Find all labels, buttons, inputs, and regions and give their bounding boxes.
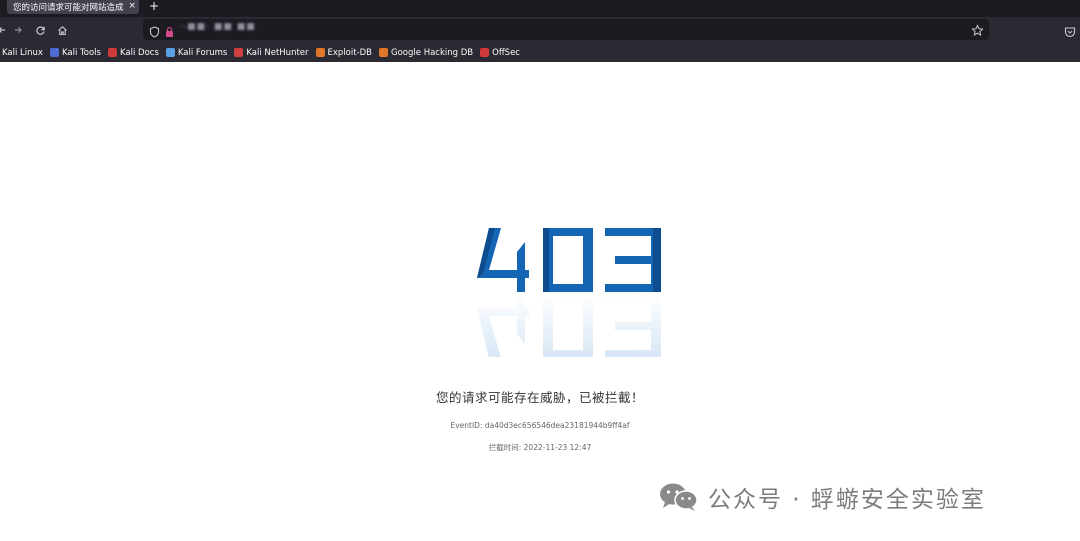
bookmark-item[interactable]: Exploit-DB [315, 47, 373, 58]
bookmark-label: Exploit-DB [327, 47, 373, 58]
bookmarks-toolbar: Kali Linux Kali Tools Kali Docs Kali Forums… [0, 43, 1080, 62]
url-bar[interactable]: ·-■■· ■■ ■■ [143, 19, 989, 40]
pocket-icon[interactable] [1064, 23, 1076, 42]
bookmark-item[interactable]: Kali NetHunter [234, 47, 309, 58]
nethunter-icon [234, 48, 244, 57]
bookmark-item[interactable]: OffSec [480, 48, 520, 58]
ghdb-icon [379, 48, 389, 57]
bookmark-item[interactable]: Kali Docs [107, 47, 159, 58]
bookmark-label: Kali Tools [61, 47, 101, 58]
wechat-icon [660, 483, 698, 511]
exploit-db-icon [315, 48, 325, 57]
bookmark-item[interactable]: Google Hacking DB [379, 48, 473, 58]
error-403-graphic [477, 228, 661, 357]
bookmark-label: Google Hacking DB [391, 47, 474, 58]
offsec-icon [480, 48, 490, 57]
tab-title: 您的访问请求可能对网站造成 [13, 3, 124, 13]
watermark-text: 公众号 · 蜉蝣安全实验室 [708, 487, 986, 513]
shield-icon[interactable] [149, 23, 160, 42]
site-icon [165, 23, 174, 42]
bookmark-item[interactable]: Kali Forums [165, 47, 228, 58]
bookmark-star-icon[interactable] [971, 22, 984, 41]
bookmark-label: OffSec [492, 47, 520, 58]
bookmark-label: Kali Forums [177, 47, 228, 58]
back-icon[interactable] [0, 22, 10, 38]
browser-tab[interactable]: 您的访问请求可能对网站造成 × [7, 0, 139, 14]
home-icon[interactable] [54, 22, 70, 38]
block-time: 拦截时间: 2022-11-23 12:47 [488, 443, 592, 452]
close-tab-icon[interactable]: × [128, 0, 136, 13]
block-message: 您的请求可能存在威胁，已被拦截！ [435, 390, 644, 405]
bookmark-label: Kali Docs [119, 47, 159, 58]
kali-tools-icon [49, 48, 59, 57]
watermark: 公众号 · 蜉蝣安全实验室 [658, 480, 986, 514]
kali-docs-icon [107, 48, 117, 57]
forward-icon[interactable] [10, 22, 26, 38]
bookmark-item[interactable]: Kali Linux [0, 48, 43, 58]
event-id: EventID: da40d3ec656546dea23181944b9ff4a… [450, 421, 630, 430]
reload-icon[interactable] [32, 22, 48, 38]
new-tab-button[interactable]: + [149, 0, 159, 13]
kali-forums-icon [165, 48, 175, 57]
tab-bar: 您的访问请求可能对网站造成 × + [0, 0, 1080, 17]
bookmark-label: Kali Linux [2, 47, 43, 58]
bookmark-label: Kali NetHunter [246, 47, 309, 58]
code-digits [477, 228, 661, 292]
bookmark-item[interactable]: Kali Tools [49, 47, 101, 58]
navigation-bar: ·-■■· ■■ ■■ [0, 17, 1080, 43]
page-content: 您的请求可能存在威胁，已被拦截！ EventID: da40d3ec656546… [0, 62, 1080, 541]
url-text: ·-■■· ■■ ■■ [179, 22, 256, 32]
